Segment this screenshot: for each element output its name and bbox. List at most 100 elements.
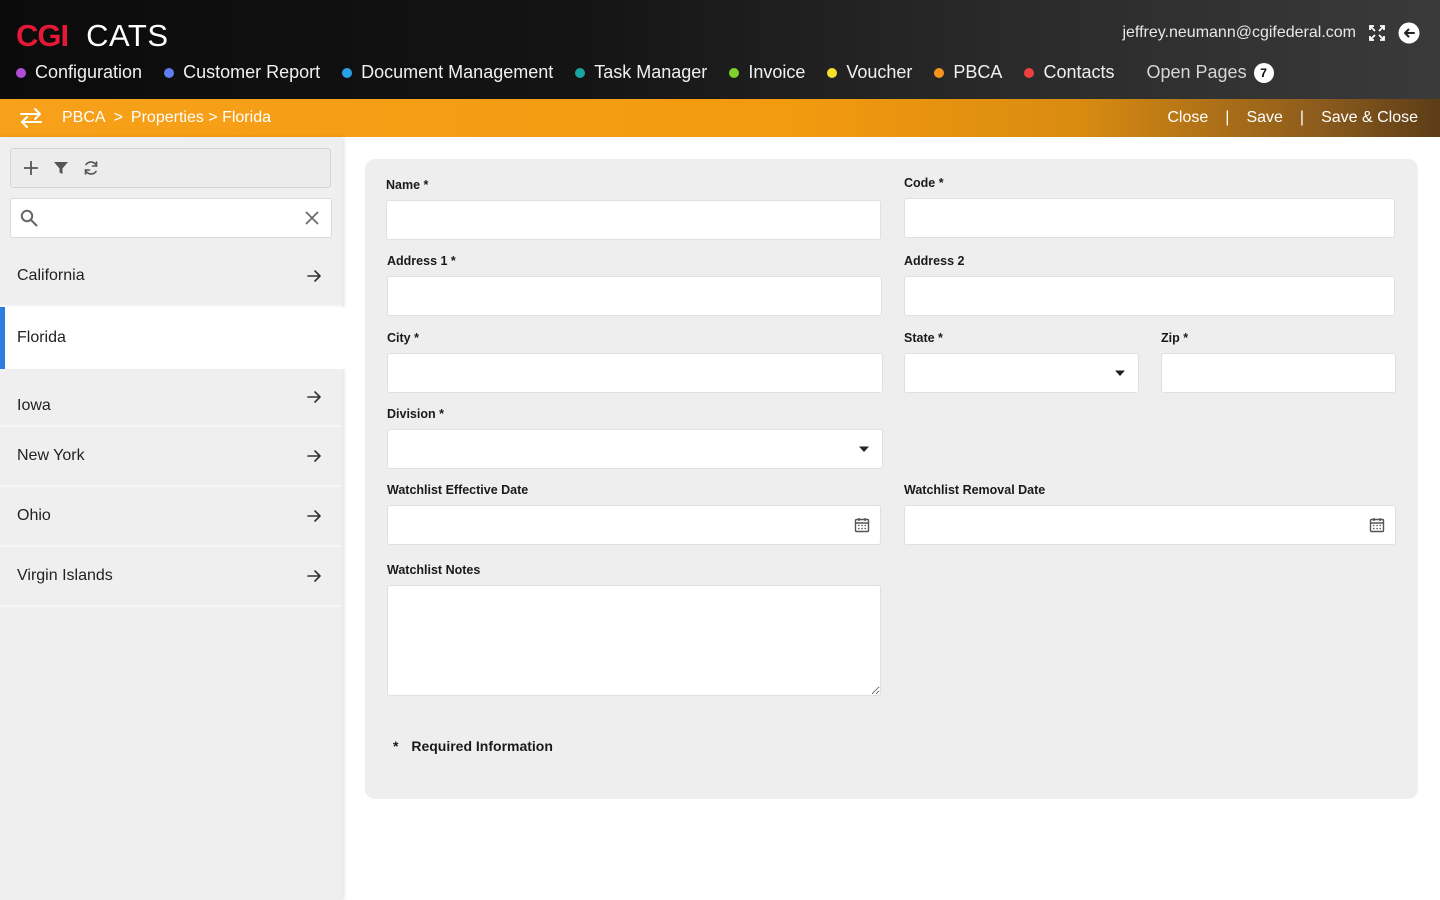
user-email[interactable]: jeffrey.neumann@cgifederal.com <box>1122 24 1356 42</box>
watchlist-notes-label: Watchlist Notes <box>387 563 481 577</box>
nav-label: Task Manager <box>594 62 708 82</box>
list-item-iowa[interactable]: Iowa <box>0 369 342 427</box>
address1-input[interactable] <box>388 277 881 315</box>
sidebar: California Florida Iowa New York Ohio Vi… <box>0 137 364 900</box>
watchlist-removal-date-label: Watchlist Removal Date <box>904 483 1046 497</box>
fullscreen-icon[interactable] <box>1366 22 1388 44</box>
open-pages-button[interactable]: Open Pages 7 <box>1147 62 1274 83</box>
city-field-wrapper <box>387 353 883 393</box>
address2-field-wrapper <box>904 276 1395 316</box>
open-pages-count-badge: 7 <box>1253 62 1274 83</box>
breadcrumb-properties-florida[interactable]: Properties > Florida <box>131 109 271 127</box>
watchlist-effective-date-field <box>387 505 881 545</box>
dot-icon <box>342 67 353 78</box>
list-item-ohio[interactable]: Ohio <box>0 487 342 547</box>
swap-arrows-icon[interactable] <box>18 107 44 129</box>
list-item-label: Iowa <box>17 397 51 414</box>
nav-item-invoice[interactable]: Invoice <box>729 62 805 83</box>
sidebar-search-input[interactable] <box>38 200 305 236</box>
nav-item-contacts[interactable]: Contacts <box>1024 62 1115 83</box>
nav-label: Invoice <box>748 62 806 82</box>
page-actions: Close | Save | Save & Close <box>1167 99 1418 137</box>
add-icon[interactable] <box>21 158 41 178</box>
required-information-note: * Required Information <box>393 738 553 754</box>
dot-icon <box>164 67 175 78</box>
list-item-new-york[interactable]: New York <box>0 427 342 487</box>
nav-item-customer-report[interactable]: Customer Report <box>164 62 320 83</box>
nav-item-task-manager[interactable]: Task Manager <box>575 62 707 83</box>
state-list: California Florida Iowa New York Ohio Vi… <box>0 247 364 607</box>
dot-icon <box>729 67 740 78</box>
watchlist-notes-wrapper <box>387 585 881 696</box>
breadcrumb-pbca[interactable]: PBCA <box>62 109 106 127</box>
division-label: Division * <box>387 407 444 421</box>
sidebar-search <box>10 198 332 238</box>
list-item-label: California <box>17 267 85 284</box>
filter-icon[interactable] <box>51 158 71 178</box>
app-brand[interactable]: CGI CATS <box>16 18 169 54</box>
list-item-california[interactable]: California <box>0 247 342 307</box>
dot-icon <box>827 67 838 78</box>
watchlist-notes-textarea[interactable] <box>388 586 880 695</box>
user-area: jeffrey.neumann@cgifederal.com <box>1122 22 1420 44</box>
nav-label: Customer Report <box>183 62 321 82</box>
dot-icon <box>934 67 945 78</box>
name-field-wrapper <box>386 200 881 240</box>
close-button[interactable]: Close <box>1167 109 1208 127</box>
name-input[interactable] <box>387 201 880 239</box>
address2-label: Address 2 <box>904 254 965 268</box>
required-star: * <box>393 738 399 754</box>
code-field-wrapper <box>904 198 1395 238</box>
breadcrumb-separator: > <box>113 109 123 126</box>
cgi-logo: CGI <box>16 18 69 53</box>
logout-icon[interactable] <box>1398 22 1420 44</box>
dot-icon <box>575 67 586 78</box>
open-pages-label: Open Pages <box>1146 62 1247 82</box>
main-nav: Configuration Customer Report Document M… <box>16 62 1274 83</box>
property-form-card <box>365 159 1418 799</box>
zip-label: Zip * <box>1161 331 1189 345</box>
arrow-right-icon <box>307 391 321 403</box>
nav-label: Voucher <box>846 62 913 82</box>
arrow-right-icon <box>307 510 321 522</box>
top-header: CGI CATS jeffrey.neumann@cgifederal.com … <box>0 0 1440 99</box>
app-name: CATS <box>86 18 169 53</box>
nav-item-voucher[interactable]: Voucher <box>827 62 912 83</box>
nav-label: Document Management <box>361 62 554 82</box>
address2-input[interactable] <box>905 277 1394 315</box>
breadcrumb-bar: PBCA > Properties > Florida Close | Save… <box>0 99 1440 137</box>
arrow-right-icon <box>307 570 321 582</box>
list-item-label: Florida <box>17 329 66 346</box>
state-select-value[interactable] <box>905 354 1138 392</box>
watchlist-removal-date-input[interactable] <box>905 506 1395 544</box>
sidebar-toolbar <box>10 148 331 188</box>
clear-search-icon[interactable] <box>305 211 319 225</box>
dot-icon <box>1024 67 1035 78</box>
list-item-florida[interactable]: Florida <box>0 307 364 369</box>
nav-item-document-management[interactable]: Document Management <box>342 62 553 83</box>
watchlist-effective-date-input[interactable] <box>388 506 880 544</box>
watchlist-removal-date-field <box>904 505 1396 545</box>
nav-label: PBCA <box>953 62 1003 82</box>
list-item-virgin-islands[interactable]: Virgin Islands <box>0 547 342 607</box>
nav-item-configuration[interactable]: Configuration <box>16 62 142 83</box>
save-button[interactable]: Save <box>1246 109 1282 127</box>
division-select-value[interactable] <box>388 430 882 468</box>
watchlist-effective-date-label: Watchlist Effective Date <box>387 483 529 497</box>
nav-label: Configuration <box>35 62 143 82</box>
refresh-icon[interactable] <box>81 158 101 178</box>
nav-item-pbca[interactable]: PBCA <box>934 62 1002 83</box>
nav-label: Contacts <box>1043 62 1115 82</box>
action-separator: | <box>1299 109 1305 126</box>
code-input[interactable] <box>905 199 1394 237</box>
state-label: State * <box>904 331 943 345</box>
zip-input[interactable] <box>1162 354 1395 392</box>
city-input[interactable] <box>388 354 882 392</box>
action-separator: | <box>1225 109 1230 126</box>
arrow-right-icon <box>307 270 321 282</box>
state-select[interactable] <box>904 353 1139 393</box>
arrow-right-icon <box>307 450 321 462</box>
division-select[interactable] <box>387 429 883 469</box>
save-and-close-button[interactable]: Save & Close <box>1321 109 1418 127</box>
zip-field-wrapper <box>1161 353 1396 393</box>
